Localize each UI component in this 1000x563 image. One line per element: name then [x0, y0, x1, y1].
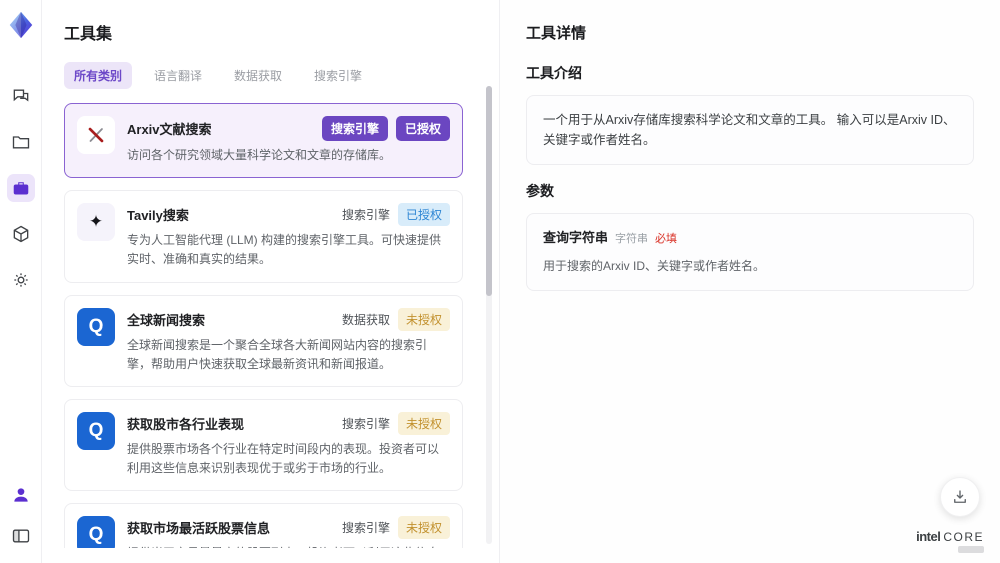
- status-badge: 已授权: [397, 203, 450, 227]
- tool-description: 提供股票市场各个行业在特定时间段内的表现。投资者可以利用这些信息来识别表现优于或…: [127, 441, 440, 476]
- params-heading: 参数: [526, 183, 554, 199]
- sidebar-bottom: [11, 485, 31, 551]
- app-logo[interactable]: [6, 10, 36, 40]
- tool-icon: Q: [77, 307, 115, 346]
- tools-list-panel: 工具集 所有类别 语言翻译 数据获取 搜索引擎 Arxiv文献搜索 搜索引擎 已授权 …: [42, 0, 500, 563]
- parameter-card: 查询字符串 字符串 必填 用于搜索的Arxiv ID、关键字或作者姓名。: [526, 213, 974, 291]
- scrollbar-thumb[interactable]: [486, 86, 492, 296]
- chat-icon: [13, 89, 28, 102]
- diamond-logo-icon: [9, 11, 32, 39]
- tool-card[interactable]: Q 获取股市各行业表现 搜索引擎 未授权 提供股票市场各个行业在特定时间段内的表…: [64, 398, 463, 492]
- category-badge: 搜索引擎: [341, 521, 390, 536]
- parameter-name: 查询字符串: [543, 230, 609, 245]
- user-avatar[interactable]: [11, 485, 31, 510]
- tool-description: 访问各个研究领域大量科学论文和文章的存储库。: [127, 148, 392, 162]
- download-icon: [954, 490, 966, 503]
- tab-category-3[interactable]: 搜索引擎: [304, 62, 372, 89]
- folder-icon: [12, 136, 29, 149]
- tool-icon: Q: [77, 516, 115, 548]
- sidebar-item-settings[interactable]: [7, 266, 35, 294]
- parameter-header: 查询字符串 字符串 必填: [543, 228, 957, 249]
- category-badge: 搜索引擎: [341, 416, 390, 431]
- tool-cards-list: Arxiv文献搜索 搜索引擎 已授权 访问各个研究领域大量科学论文和文章的存储库…: [64, 103, 479, 548]
- tool-description: 全球新闻搜索是一个聚合全球各大新闻网站内容的搜索引擎，帮助用户快速获取全球最新资…: [127, 337, 428, 371]
- list-scrollbar[interactable]: [486, 86, 492, 544]
- collapse-panel-icon[interactable]: [11, 526, 31, 551]
- tool-description: 提供当天交易量最高的股票列表，投资者可以利用这些信息来识别流动性强的股票和潜在的…: [127, 544, 450, 548]
- tool-title: 获取股市各行业表现: [127, 416, 245, 432]
- tool-title: 全球新闻搜索: [127, 312, 206, 328]
- sidebar-nav: [6, 82, 35, 294]
- tab-category-1[interactable]: 语言翻译: [144, 62, 212, 89]
- tool-card[interactable]: Q 获取市场最活跃股票信息 搜索引擎 未授权 提供当天交易量最高的股票列表，投资…: [64, 503, 463, 548]
- category-badge: 搜索引擎: [321, 116, 388, 141]
- juhe-q-icon: Q: [88, 315, 104, 337]
- tool-icon: [77, 116, 115, 154]
- briefcase-icon: [13, 182, 28, 195]
- parameter-type: 字符串: [615, 233, 649, 245]
- tool-icon: Q: [77, 411, 115, 450]
- gear-icon: [13, 273, 28, 287]
- status-badge: 未授权: [397, 307, 450, 331]
- download-button[interactable]: [940, 477, 980, 517]
- tool-description: 专为人工智能代理 (LLM) 构建的搜索引擎工具。可快速提供实时、准确和真实的结…: [127, 233, 442, 267]
- sidebar-item-models[interactable]: [7, 220, 35, 248]
- intro-heading: 工具介绍: [526, 65, 582, 81]
- tool-detail-panel: 工具详情 工具介绍 一个用于从Arxiv存储库搜索科学论文和文章的工具。 输入可…: [500, 0, 1000, 563]
- tool-card[interactable]: Q 全球新闻搜索 数据获取 未授权 全球新闻搜索是一个聚合全球各大新闻网站内容的…: [64, 294, 463, 387]
- detail-title: 工具详情: [526, 25, 587, 42]
- status-badge: 未授权: [397, 411, 450, 435]
- core-wordmark: core: [943, 530, 984, 544]
- arxiv-logo-icon: [88, 127, 104, 143]
- cube-icon: [13, 225, 28, 243]
- tab-category-0[interactable]: 所有类别: [64, 62, 133, 89]
- tavily-star-icon: ✦: [88, 212, 104, 232]
- intel-sub-badge: [958, 546, 984, 553]
- intel-wordmark: intel: [916, 529, 941, 544]
- user-icon: [13, 488, 28, 502]
- sidebar-item-chat[interactable]: [7, 82, 35, 110]
- sidebar-item-tools[interactable]: [6, 174, 35, 202]
- sidebar: [0, 0, 42, 563]
- sidebar-item-files[interactable]: [7, 128, 35, 156]
- category-tabs: 所有类别 语言翻译 数据获取 搜索引擎: [64, 62, 479, 89]
- parameter-required-badge: 必填: [655, 233, 678, 245]
- status-badge: 已授权: [395, 116, 450, 141]
- tool-card[interactable]: Arxiv文献搜索 搜索引擎 已授权 访问各个研究领域大量科学论文和文章的存储库…: [64, 103, 463, 179]
- tool-title: 获取市场最活跃股票信息: [127, 521, 271, 537]
- category-badge: 搜索引擎: [341, 208, 390, 223]
- tool-icon: ✦: [77, 203, 115, 242]
- page-title: 工具集: [64, 26, 113, 43]
- parameter-description: 用于搜索的Arxiv ID、关键字或作者姓名。: [543, 258, 766, 273]
- category-badge: 数据获取: [341, 312, 390, 327]
- tool-title: Arxiv文献搜索: [127, 122, 212, 137]
- status-badge: 未授权: [397, 516, 450, 540]
- tab-category-2[interactable]: 数据获取: [224, 62, 292, 89]
- tool-intro-text: 一个用于从Arxiv存储库搜索科学论文和文章的工具。 输入可以是Arxiv ID…: [526, 95, 974, 165]
- app-window: 工具集 所有类别 语言翻译 数据获取 搜索引擎 Arxiv文献搜索 搜索引擎 已授权 …: [0, 0, 1000, 563]
- juhe-q-icon: Q: [88, 524, 104, 546]
- tool-card[interactable]: ✦ Tavily搜索 搜索引擎 已授权 专为人工智能代理 (LLM) 构建的搜索…: [64, 190, 463, 283]
- intel-core-logo: intel core: [916, 529, 984, 553]
- tool-title: Tavily搜索: [127, 208, 189, 224]
- juhe-q-icon: Q: [88, 419, 104, 441]
